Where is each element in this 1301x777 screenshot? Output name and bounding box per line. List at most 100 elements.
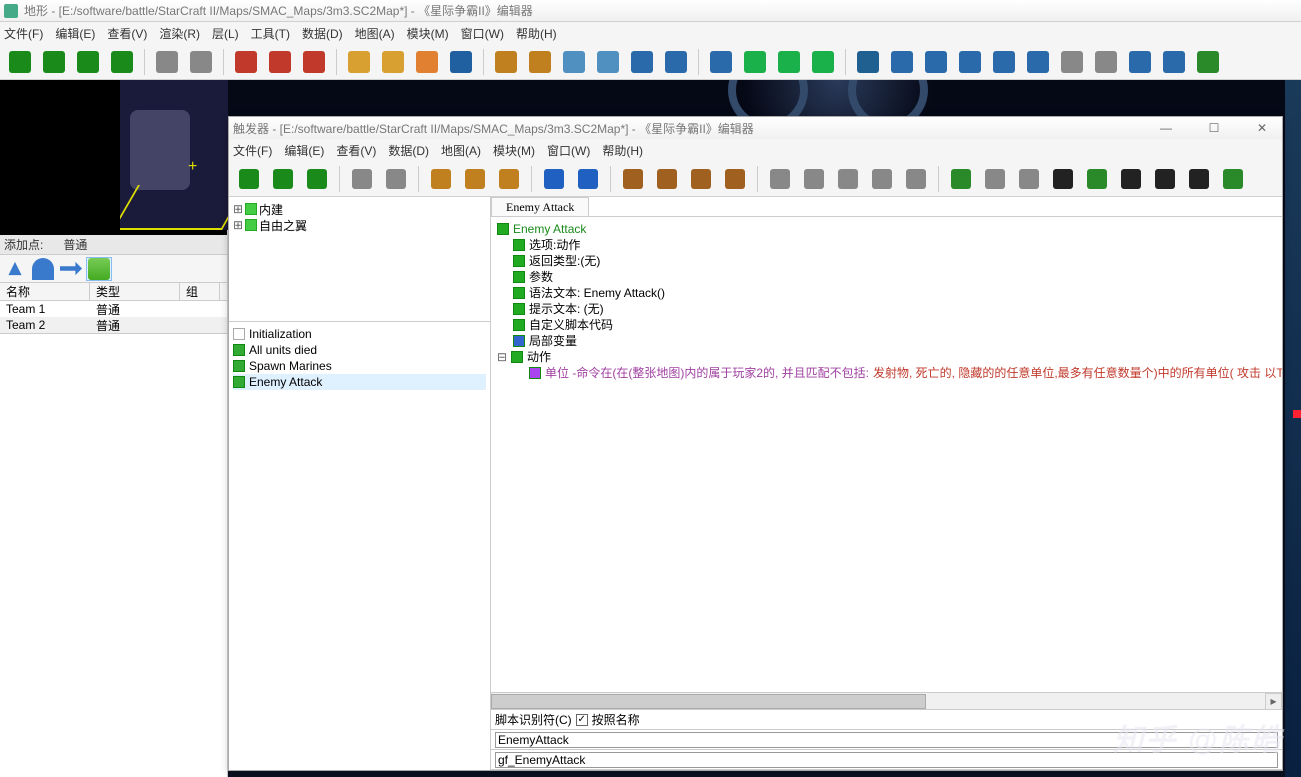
toolbar-button[interactable] bbox=[619, 165, 647, 193]
menu-item[interactable]: 帮助(H) bbox=[516, 25, 557, 42]
toolbar-button[interactable] bbox=[1083, 165, 1111, 193]
menu-item[interactable]: 模块(M) bbox=[493, 142, 535, 159]
toolbar-button[interactable] bbox=[40, 48, 68, 76]
toolbar-button[interactable] bbox=[379, 48, 407, 76]
action-line[interactable]: 单位 -命令在(在(整张地图)内的属于玩家2的, 并且匹配不包括: 发射物, 死… bbox=[497, 365, 1276, 381]
point-tool-2[interactable] bbox=[30, 257, 56, 281]
toolbar-button[interactable] bbox=[707, 48, 735, 76]
toolbar-button[interactable] bbox=[382, 165, 410, 193]
trigger-title-bar[interactable]: 触发器 - [E:/software/battle/StarCraft II/M… bbox=[229, 117, 1282, 139]
toolbar-button[interactable] bbox=[74, 48, 102, 76]
list-item[interactable]: Enemy Attack bbox=[233, 374, 486, 390]
toolbar-button[interactable] bbox=[775, 48, 803, 76]
toolbar-button[interactable] bbox=[348, 165, 376, 193]
detail-local-var[interactable]: 局部变量 bbox=[529, 333, 577, 349]
byname-checkbox[interactable]: ✓ bbox=[576, 714, 588, 726]
tree-node[interactable]: ⊞内建 bbox=[233, 201, 486, 217]
toolbar-button[interactable] bbox=[413, 48, 441, 76]
point-tool-4[interactable] bbox=[86, 257, 112, 281]
minimize-button[interactable]: — bbox=[1150, 121, 1182, 135]
toolbar-button[interactable] bbox=[594, 48, 622, 76]
toolbar-button[interactable] bbox=[526, 48, 554, 76]
toolbar-button[interactable] bbox=[574, 165, 602, 193]
menu-item[interactable]: 窗口(W) bbox=[461, 25, 504, 42]
trigger-list[interactable]: InitializationAll units diedSpawn Marine… bbox=[229, 322, 490, 770]
toolbar-button[interactable] bbox=[495, 165, 523, 193]
menu-item[interactable]: 窗口(W) bbox=[547, 142, 590, 159]
toolbar-button[interactable] bbox=[108, 48, 136, 76]
scrollbar-thumb[interactable] bbox=[491, 694, 926, 709]
toolbar-button[interactable] bbox=[1151, 165, 1179, 193]
detail-actions[interactable]: 动作 bbox=[527, 349, 551, 365]
library-tree[interactable]: ⊞内建⊞自由之翼 bbox=[229, 197, 490, 322]
toolbar-button[interactable] bbox=[303, 165, 331, 193]
toolbar-button[interactable] bbox=[1126, 48, 1154, 76]
toolbar-button[interactable] bbox=[1092, 48, 1120, 76]
toolbar-button[interactable] bbox=[947, 165, 975, 193]
menu-item[interactable]: 文件(F) bbox=[4, 25, 43, 42]
toolbar-button[interactable] bbox=[834, 165, 862, 193]
menu-item[interactable]: 层(L) bbox=[212, 25, 239, 42]
add-point-value[interactable]: 普通 bbox=[63, 236, 87, 253]
detail-params[interactable]: 参数 bbox=[529, 269, 553, 285]
menu-item[interactable]: 模块(M) bbox=[407, 25, 449, 42]
toolbar-button[interactable] bbox=[269, 165, 297, 193]
point-tool-1[interactable] bbox=[2, 257, 28, 281]
list-item[interactable]: Spawn Marines bbox=[233, 358, 486, 374]
toolbar-button[interactable] bbox=[1160, 48, 1188, 76]
menu-item[interactable]: 工具(T) bbox=[251, 25, 290, 42]
list-item[interactable]: Initialization bbox=[233, 326, 486, 342]
scroll-right-arrow[interactable]: ▸ bbox=[1265, 693, 1282, 710]
maximize-button[interactable]: ☐ bbox=[1198, 121, 1230, 135]
toolbar-button[interactable] bbox=[560, 48, 588, 76]
menu-item[interactable]: 查看(V) bbox=[107, 25, 147, 42]
point-tool-3[interactable] bbox=[58, 257, 84, 281]
toolbar-button[interactable] bbox=[809, 48, 837, 76]
menu-item[interactable]: 数据(D) bbox=[388, 142, 429, 159]
script-id-input[interactable]: EnemyAttack bbox=[495, 732, 1278, 748]
toolbar-button[interactable] bbox=[540, 165, 568, 193]
gf-name-input[interactable]: gf_EnemyAttack bbox=[495, 752, 1278, 768]
toolbar-button[interactable] bbox=[447, 48, 475, 76]
toolbar-button[interactable] bbox=[628, 48, 656, 76]
detail-hint[interactable]: 提示文本: (无) bbox=[529, 301, 604, 317]
close-button[interactable]: ✕ bbox=[1246, 121, 1278, 135]
col-group[interactable]: 组 bbox=[180, 283, 220, 300]
toolbar-button[interactable] bbox=[888, 48, 916, 76]
h-scrollbar[interactable]: ▸ bbox=[491, 692, 1282, 709]
toolbar-button[interactable] bbox=[1194, 48, 1222, 76]
toolbar-button[interactable] bbox=[345, 48, 373, 76]
toolbar-button[interactable] bbox=[766, 165, 794, 193]
toolbar-button[interactable] bbox=[153, 48, 181, 76]
toolbar-button[interactable] bbox=[187, 48, 215, 76]
detail-options[interactable]: 选项:动作 bbox=[529, 237, 580, 253]
col-type[interactable]: 类型 bbox=[90, 283, 180, 300]
menu-item[interactable]: 地图(A) bbox=[441, 142, 481, 159]
toolbar-button[interactable] bbox=[854, 48, 882, 76]
toolbar-button[interactable] bbox=[427, 165, 455, 193]
menu-item[interactable]: 查看(V) bbox=[336, 142, 376, 159]
toolbar-button[interactable] bbox=[1185, 165, 1213, 193]
toolbar-button[interactable] bbox=[232, 48, 260, 76]
menu-item[interactable]: 帮助(H) bbox=[602, 142, 643, 159]
toolbar-button[interactable] bbox=[868, 165, 896, 193]
toolbar-button[interactable] bbox=[800, 165, 828, 193]
minimap[interactable]: + bbox=[0, 80, 227, 235]
menu-item[interactable]: 编辑(E) bbox=[55, 25, 95, 42]
detail-return[interactable]: 返回类型:(无) bbox=[529, 253, 600, 269]
menu-item[interactable]: 地图(A) bbox=[355, 25, 395, 42]
toolbar-button[interactable] bbox=[1058, 48, 1086, 76]
list-item[interactable]: All units died bbox=[233, 342, 486, 358]
toolbar-button[interactable] bbox=[981, 165, 1009, 193]
toolbar-button[interactable] bbox=[990, 48, 1018, 76]
tree-node[interactable]: ⊞自由之翼 bbox=[233, 217, 486, 233]
toolbar-button[interactable] bbox=[461, 165, 489, 193]
toolbar-button[interactable] bbox=[1049, 165, 1077, 193]
detail-custom[interactable]: 自定义脚本代码 bbox=[529, 317, 613, 333]
col-name[interactable]: 名称 bbox=[0, 283, 90, 300]
menu-item[interactable]: 文件(F) bbox=[233, 142, 272, 159]
detail-grammar[interactable]: 语法文本: Enemy Attack() bbox=[529, 285, 665, 301]
toolbar-button[interactable] bbox=[662, 48, 690, 76]
toolbar-button[interactable] bbox=[902, 165, 930, 193]
trigger-detail[interactable]: Enemy Attack 选项:动作 返回类型:(无) 参数 语法文本: Ene… bbox=[491, 217, 1282, 692]
